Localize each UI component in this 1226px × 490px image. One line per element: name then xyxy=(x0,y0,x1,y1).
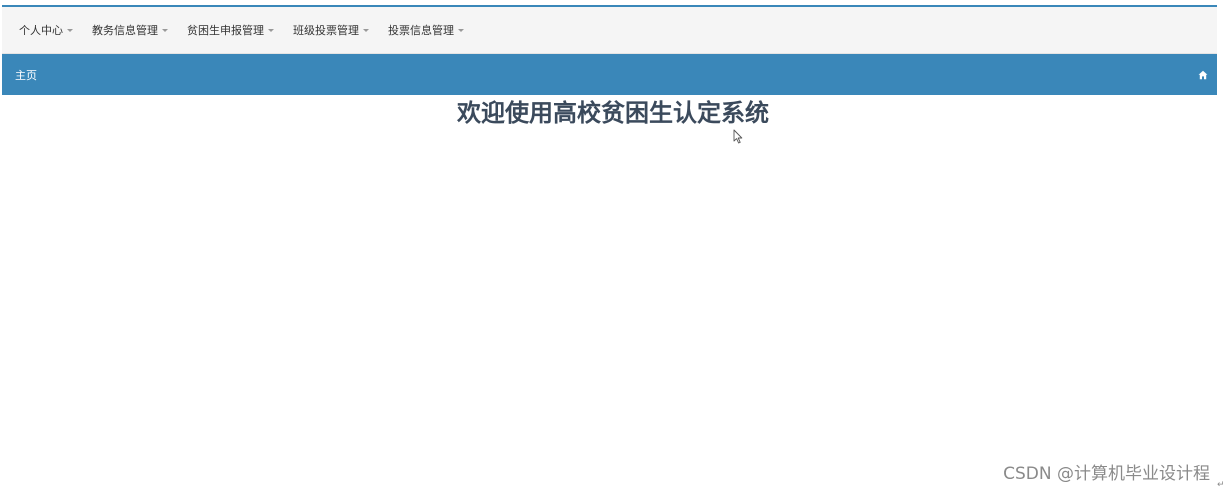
nav-menu-poverty-application[interactable]: 贫困生申报管理 xyxy=(187,22,274,38)
welcome-title: 欢迎使用高校贫困生认定系统 xyxy=(457,99,769,127)
breadcrumb-home-label[interactable]: 主页 xyxy=(15,67,37,83)
caret-down-icon xyxy=(67,29,73,32)
caret-down-icon xyxy=(458,29,464,32)
page: 个人中心 教务信息管理 贫困生申报管理 班级投票管理 投票信息管理 主页 欢迎使… xyxy=(0,0,1226,490)
caret-down-icon xyxy=(162,29,168,32)
breadcrumb: 主页 xyxy=(2,54,1217,95)
caret-down-icon xyxy=(268,29,274,32)
nav-menu-personal-center[interactable]: 个人中心 xyxy=(19,22,73,38)
nav-menu-label: 教务信息管理 xyxy=(92,24,158,37)
nav-menu-academic-info[interactable]: 教务信息管理 xyxy=(92,22,168,38)
mouse-cursor-icon xyxy=(733,129,743,144)
nav-menu-vote-info[interactable]: 投票信息管理 xyxy=(388,22,464,38)
nav-menu-label: 班级投票管理 xyxy=(293,24,359,37)
top-nav-bar: 个人中心 教务信息管理 贫困生申报管理 班级投票管理 投票信息管理 xyxy=(2,5,1217,54)
nav-menu-label: 投票信息管理 xyxy=(388,24,454,37)
return-mark: ↵ xyxy=(1217,480,1225,490)
nav-menu-class-vote[interactable]: 班级投票管理 xyxy=(293,22,369,38)
home-icon[interactable] xyxy=(1197,69,1209,81)
watermark-text: CSDN @计算机毕业设计程 xyxy=(1003,464,1210,484)
nav-menu-label: 个人中心 xyxy=(19,24,63,37)
caret-down-icon xyxy=(363,29,369,32)
nav-menu-label: 贫困生申报管理 xyxy=(187,24,264,37)
